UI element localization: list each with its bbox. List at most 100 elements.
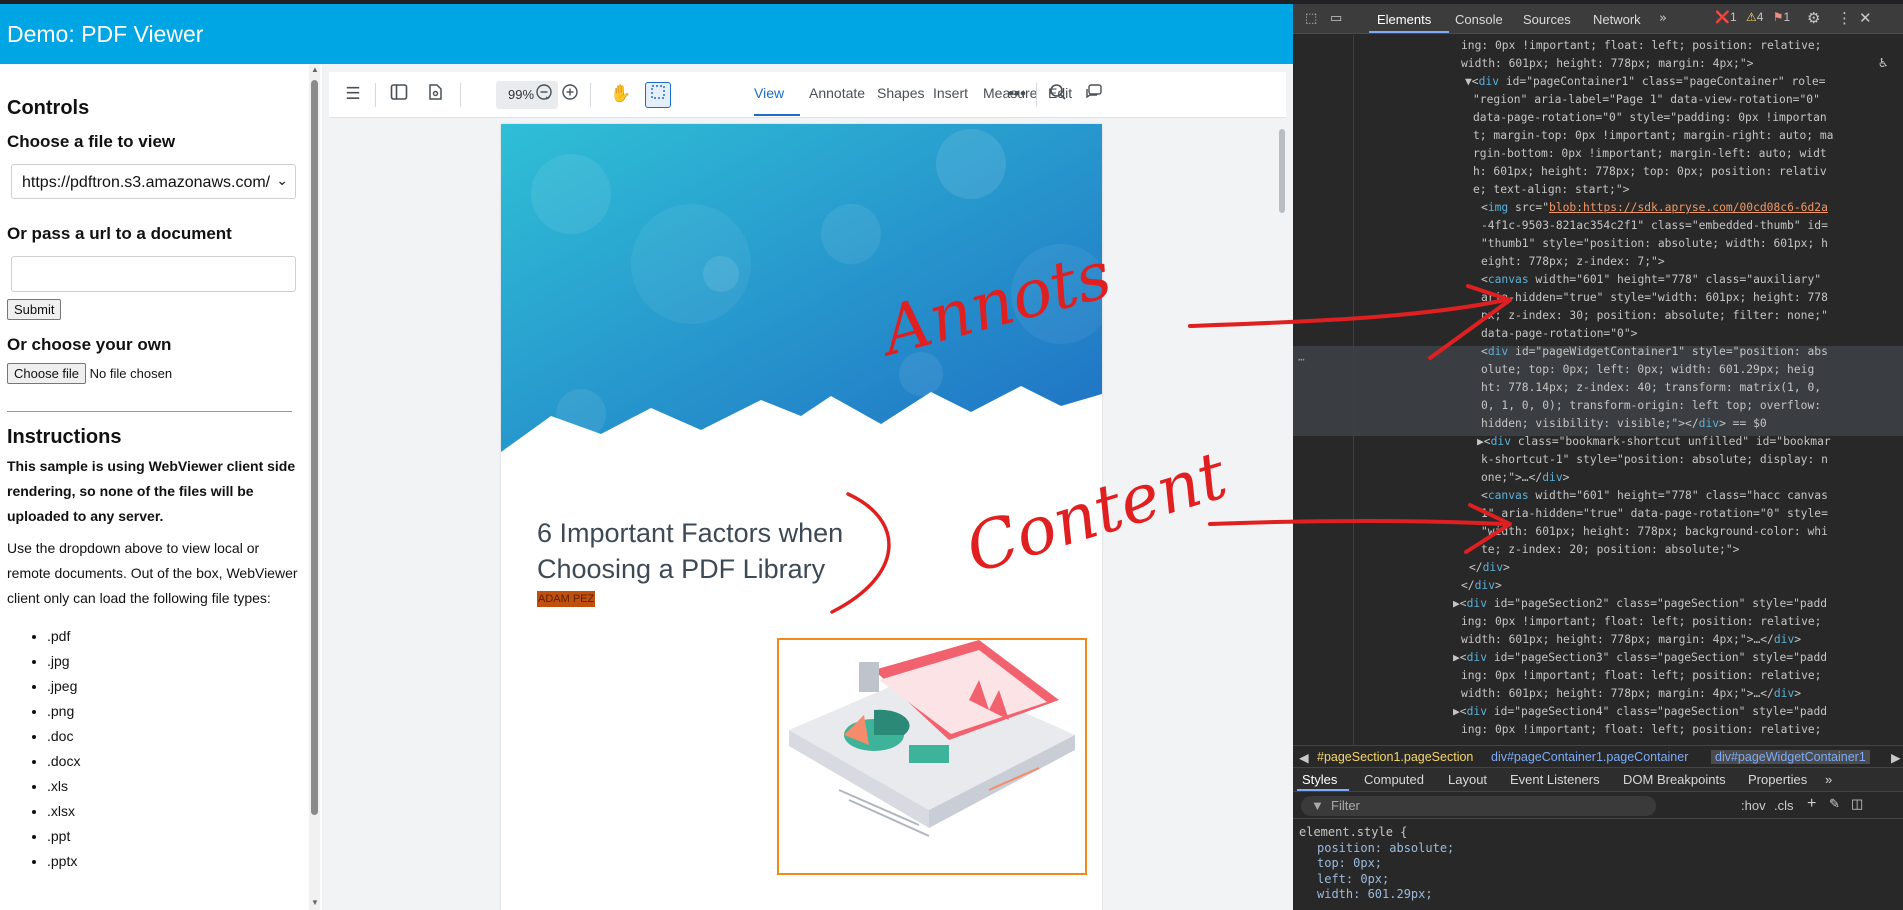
dom-code-line[interactable]: aria-hidden="true" style="width: 601px; … bbox=[1481, 289, 1828, 307]
url-input[interactable] bbox=[11, 256, 296, 292]
node-actions-icon[interactable]: ⋯ bbox=[1298, 353, 1305, 366]
sidebar-scrollbar[interactable]: ▲ ▼ bbox=[309, 64, 320, 910]
dom-code-line[interactable]: olute; top: 0px; left: 0px; width: 601.2… bbox=[1481, 361, 1814, 379]
scrollbar-thumb[interactable] bbox=[1279, 129, 1285, 213]
tab-layout[interactable]: Layout bbox=[1448, 772, 1487, 787]
issue-counts[interactable]: ❌1 ⚠4 ⚑1 bbox=[1715, 10, 1790, 24]
breadcrumb-item[interactable]: #pageSection1.pageSection bbox=[1317, 750, 1473, 764]
hov-toggle[interactable]: :hov bbox=[1741, 798, 1766, 813]
tab-view[interactable]: View bbox=[754, 85, 784, 101]
zoom-in-icon[interactable] bbox=[559, 83, 581, 105]
kebab-menu-icon[interactable]: ⋮ bbox=[1837, 9, 1852, 27]
pan-hand-icon[interactable]: ✋ bbox=[610, 83, 632, 105]
tab-sources[interactable]: Sources bbox=[1523, 12, 1571, 27]
dom-code-line[interactable]: "width: 601px; height: 778px; background… bbox=[1481, 523, 1828, 541]
dom-code-line[interactable]: width: 601px; height: 778px; margin: 4px… bbox=[1461, 685, 1801, 703]
dom-code-line[interactable]: k-shortcut-1" style="position: absolute;… bbox=[1481, 451, 1828, 469]
dom-code-line[interactable]: ing: 0px !important; float: left; positi… bbox=[1461, 613, 1821, 631]
tab-insert[interactable]: Insert bbox=[933, 85, 968, 101]
dom-code-line[interactable]: "thumb1" style="position: absolute; widt… bbox=[1481, 235, 1828, 253]
dom-code-line[interactable]: -4f1c-9503-821ac354c2f1" class="embedded… bbox=[1481, 217, 1828, 235]
dom-code-line[interactable]: ▶<div id="pageSection2" class="pageSecti… bbox=[1453, 595, 1827, 613]
dom-code-line[interactable]: hidden; visibility: visible;"></div> == … bbox=[1481, 415, 1767, 433]
dom-code-line[interactable]: eight: 778px; z-index: 7;"> bbox=[1481, 253, 1665, 271]
dom-code-line[interactable]: <canvas width="601" height="778" class="… bbox=[1481, 487, 1828, 505]
more-subtabs-icon[interactable]: » bbox=[1825, 772, 1832, 787]
document-area[interactable]: 6 Important Factors when Choosing a PDF … bbox=[329, 120, 1286, 910]
tab-shapes[interactable]: Shapes bbox=[877, 85, 924, 101]
choose-file-button[interactable]: Choose file bbox=[7, 363, 87, 384]
select-marquee-icon[interactable] bbox=[645, 82, 671, 108]
style-property[interactable]: width: 601.29px; bbox=[1317, 887, 1903, 903]
tab-annotate[interactable]: Annotate bbox=[809, 85, 865, 101]
close-icon[interactable]: ✕ bbox=[1859, 9, 1872, 27]
dom-code-line[interactable]: ht: 778.14px; z-index: 40; transform: ma… bbox=[1481, 379, 1821, 397]
dom-code-line[interactable]: one;">…</div> bbox=[1481, 469, 1569, 487]
inspect-element-icon[interactable]: ⬚ bbox=[1305, 11, 1317, 26]
breadcrumb-right-arrow-icon[interactable]: ▶ bbox=[1891, 750, 1901, 765]
dom-code-line[interactable]: </div> bbox=[1461, 577, 1502, 595]
dom-code-line[interactable]: ▶<div id="pageSection3" class="pageSecti… bbox=[1453, 649, 1827, 667]
file-select[interactable]: https://pdftron.s3.amazonaws.com/ ⌄ bbox=[11, 164, 296, 199]
accessibility-icon[interactable]: ♿ bbox=[1879, 55, 1887, 71]
sidebar-panel-icon[interactable] bbox=[388, 83, 410, 105]
breadcrumb-item[interactable]: div#pageContainer1.pageContainer bbox=[1491, 750, 1688, 764]
dom-code-line[interactable]: te; z-index: 20; position: absolute;"> bbox=[1481, 541, 1739, 559]
dom-code-line[interactable]: <div id="pageWidgetContainer1" style="po… bbox=[1481, 343, 1828, 361]
styles-pane[interactable]: element.style { position: absolute; top: … bbox=[1293, 819, 1903, 910]
dom-code-line[interactable]: rgin-bottom: 0px !important; margin-left… bbox=[1473, 145, 1827, 163]
document-scrollbar[interactable] bbox=[1279, 121, 1286, 906]
tab-event-listeners[interactable]: Event Listeners bbox=[1510, 772, 1600, 787]
dom-tree[interactable]: ing: 0px !important; float: left; positi… bbox=[1293, 35, 1903, 745]
comments-icon[interactable] bbox=[1083, 83, 1105, 105]
breadcrumb-item-active[interactable]: div#pageWidgetContainer1 bbox=[1711, 750, 1870, 764]
cls-toggle[interactable]: .cls bbox=[1774, 798, 1794, 813]
tab-styles[interactable]: Styles bbox=[1302, 772, 1337, 787]
dom-code-line[interactable]: e; text-align: start;"> bbox=[1473, 181, 1629, 199]
dom-code-line[interactable]: ▶<div class="bookmark-shortcut unfilled"… bbox=[1477, 433, 1831, 451]
style-property[interactable]: position: absolute; bbox=[1317, 841, 1903, 857]
zoom-out-icon[interactable] bbox=[533, 83, 555, 105]
dom-code-line[interactable]: ▼<div id="pageContainer1" class="pageCon… bbox=[1465, 73, 1825, 91]
style-property[interactable]: left: 0px; bbox=[1317, 872, 1903, 888]
dom-code-line[interactable]: ing: 0px !important; float: left; positi… bbox=[1461, 667, 1821, 685]
dom-code-line[interactable]: width: 601px; height: 778px; margin: 4px… bbox=[1461, 631, 1801, 649]
styles-filter-input[interactable]: ▼ Filter bbox=[1301, 796, 1656, 816]
style-property[interactable]: top: 0px; bbox=[1317, 856, 1903, 872]
menu-icon[interactable]: ☰ bbox=[342, 83, 364, 105]
dom-code-line[interactable]: </div> bbox=[1469, 559, 1510, 577]
paint-brush-icon[interactable]: ✎ bbox=[1829, 796, 1840, 812]
tab-network[interactable]: Network bbox=[1593, 12, 1641, 27]
tab-elements[interactable]: Elements bbox=[1377, 12, 1431, 27]
toggle-sidebar-icon[interactable]: ◫ bbox=[1851, 796, 1863, 812]
submit-button[interactable]: Submit bbox=[7, 299, 62, 320]
pdf-page[interactable]: 6 Important Factors when Choosing a PDF … bbox=[501, 124, 1102, 910]
gear-icon[interactable]: ⚙ bbox=[1807, 9, 1820, 27]
dom-code-line[interactable]: "region" aria-label="Page 1" data-view-r… bbox=[1473, 91, 1820, 109]
scroll-down-arrow-icon[interactable]: ▼ bbox=[311, 898, 319, 907]
dom-code-line[interactable]: ▶<div id="pageSection4" class="pageSecti… bbox=[1453, 703, 1827, 721]
more-tabs-icon[interactable]: » bbox=[1659, 11, 1667, 26]
dom-code-line[interactable]: 1" aria-hidden="true" data-page-rotation… bbox=[1481, 505, 1828, 523]
add-rule-icon[interactable]: + bbox=[1807, 795, 1816, 813]
dom-code-line[interactable]: width: 601px; height: 778px; margin: 4px… bbox=[1461, 55, 1753, 73]
file-icon[interactable] bbox=[424, 83, 446, 105]
tab-properties[interactable]: Properties bbox=[1748, 772, 1807, 787]
more-icon[interactable]: ••• bbox=[1006, 83, 1028, 105]
scrollbar-thumb[interactable] bbox=[311, 80, 318, 815]
dom-code-line[interactable]: t; margin-top: 0px !important; margin-ri… bbox=[1473, 127, 1833, 145]
dom-code-line[interactable]: 0, 1, 0, 0); transform-origin: left top;… bbox=[1481, 397, 1821, 415]
dom-code-line[interactable]: ing: 0px !important; float: left; positi… bbox=[1461, 37, 1821, 55]
search-icon[interactable] bbox=[1047, 83, 1069, 105]
tab-console[interactable]: Console bbox=[1455, 12, 1503, 27]
dom-code-line[interactable]: <img src="blob:https://sdk.apryse.com/00… bbox=[1481, 199, 1828, 217]
dom-code-line[interactable]: data-page-rotation="0" style="padding: 0… bbox=[1473, 109, 1827, 127]
tab-dom-breakpoints[interactable]: DOM Breakpoints bbox=[1623, 772, 1726, 787]
breadcrumb-left-arrow-icon[interactable]: ◀ bbox=[1299, 750, 1309, 765]
device-toolbar-icon[interactable]: ▭ bbox=[1330, 11, 1342, 26]
dom-code-line[interactable]: h: 601px; height: 778px; top: 0px; posit… bbox=[1473, 163, 1827, 181]
dom-code-line[interactable]: px; z-index: 30; position: absolute; fil… bbox=[1481, 307, 1828, 325]
dom-code-line[interactable]: ing: 0px !important; float: left; positi… bbox=[1461, 721, 1821, 739]
dom-code-line[interactable]: data-page-rotation="0"> bbox=[1481, 325, 1637, 343]
tab-computed[interactable]: Computed bbox=[1364, 772, 1424, 787]
